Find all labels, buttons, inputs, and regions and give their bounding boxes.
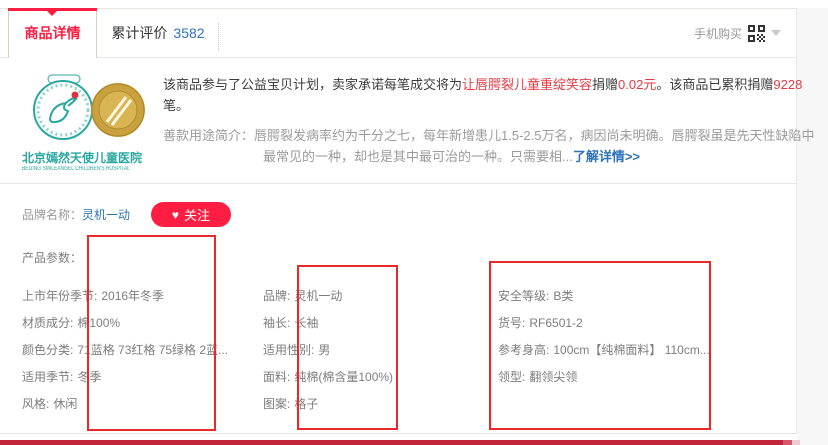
fund-intro-line-2: 最常见的一种，却也是其中最可治的一种。只需要相...了解详情>> (163, 146, 795, 167)
chevron-down-icon (771, 30, 781, 41)
reviews-count: 3582 (173, 25, 204, 41)
param-label: 图案: (263, 397, 290, 411)
hospital-name-en: BEIJING SMILEANGEL CHILDREN'S HOSPITAL (22, 166, 127, 172)
learn-more-link[interactable]: 了解详情>> (573, 149, 640, 164)
params-title: 产品参数： (22, 249, 82, 266)
hospital-logo: 北京嫣然天使儿童医院 BEIJING SMILEANGEL CHILDREN'S… (22, 73, 150, 172)
heart-icon: ♥ (172, 209, 179, 221)
param-value: 休闲 (53, 397, 77, 411)
charity-line-2: 笔。 (163, 95, 795, 116)
mobile-buy-button[interactable]: 手机购买 (694, 9, 781, 57)
charity-cause-link[interactable]: 让唇腭裂儿童重绽笑容 (462, 77, 592, 92)
charity-text-segment: 。该商品已累积捐赠 (656, 77, 773, 92)
fund-intro-line-1: 善款用途简介：唇腭裂发病率约为千分之七，每年新增患儿1.5-2.5万名，病因尚未… (163, 125, 795, 146)
charity-description: 该商品参与了公益宝贝计划，卖家承诺每笔成交将为让唇腭裂儿童重绽笑容捐赠0.02元… (163, 74, 795, 167)
annotation-box-3 (489, 261, 711, 430)
tab-separator (218, 23, 219, 51)
annotation-box-1 (87, 235, 216, 431)
param-label: 颜色分类: (22, 343, 73, 357)
param-label: 适用季节: (22, 370, 73, 384)
charity-text-segment: 该商品参与了公益宝贝计划，卖家承诺每笔成交将为 (163, 77, 462, 92)
donation-amount: 0.02元 (618, 77, 656, 92)
annotation-box-2 (297, 265, 398, 430)
param-label: 品牌: (263, 289, 290, 303)
param-label: 风格: (22, 397, 49, 411)
tab-reviews-label: 累计评价 (111, 23, 167, 43)
tabbar-bottom-border (0, 57, 797, 58)
active-tab-arrow-icon (47, 11, 57, 21)
mobile-buy-label: 手机购买 (694, 25, 742, 42)
follow-button[interactable]: ♥ 关注 (151, 202, 231, 227)
qr-code-icon (748, 25, 765, 42)
brand-row: 品牌名称： 灵机一动 (22, 206, 130, 223)
brand-label: 品牌名称： (22, 206, 82, 223)
container-right-border (796, 8, 797, 434)
param-label: 袖长: (263, 316, 290, 330)
charity-text-segment: 捐赠 (592, 77, 618, 92)
charity-line-1: 该商品参与了公益宝贝计划，卖家承诺每笔成交将为让唇腭裂儿童重绽笑容捐赠0.02元… (163, 74, 795, 95)
hospital-logo-emblem (22, 73, 150, 143)
tab-reviews[interactable]: 累计评价 3582 (98, 9, 218, 57)
param-label: 面料: (263, 370, 290, 384)
next-section-header-bar (0, 440, 800, 445)
fund-intro-text: 最常见的一种，却也是其中最可治的一种。只需要相... (263, 149, 573, 164)
donation-count: 9228 (773, 77, 802, 92)
charity-fund-intro: 善款用途简介：唇腭裂发病率约为千分之七，每年新增患儿1.5-2.5万名，病因尚未… (163, 125, 795, 167)
product-detail-page: 商品详情 累计评价 3582 手机购买 (0, 0, 828, 445)
params-section-border (0, 433, 796, 434)
brand-name-link[interactable]: 灵机一动 (82, 206, 130, 223)
page-background-strip (797, 8, 828, 445)
follow-button-label: 关注 (184, 205, 210, 224)
charity-section-border (0, 183, 797, 184)
param-label: 材质成分: (22, 316, 73, 330)
hospital-name: 北京嫣然天使儿童医院 (22, 149, 150, 166)
